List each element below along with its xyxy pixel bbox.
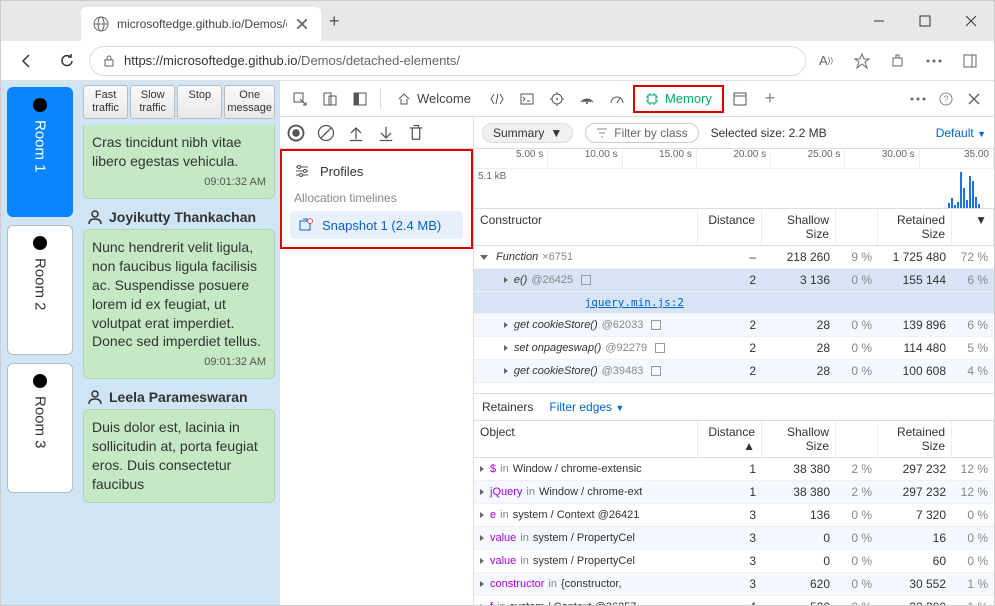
chat-action-button[interactable]: Fasttraffic bbox=[83, 85, 128, 119]
retainer-row[interactable]: $ in Window / chrome-extensic138 3802 %2… bbox=[474, 458, 994, 481]
favorite-icon[interactable] bbox=[846, 45, 878, 77]
room-name: Room 2 bbox=[32, 258, 49, 311]
save-icon[interactable] bbox=[376, 123, 396, 143]
device-icon[interactable] bbox=[316, 85, 344, 113]
clear-icon[interactable] bbox=[316, 123, 336, 143]
chat-action-button[interactable]: Onemessage bbox=[224, 85, 275, 119]
refresh-button[interactable] bbox=[49, 45, 85, 77]
constructor-row[interactable]: e() @2642523 1360 %155 1446 % bbox=[474, 269, 994, 292]
lock-icon bbox=[102, 54, 116, 68]
selected-size-label: Selected size: 2.2 MB bbox=[711, 126, 827, 140]
message-timestamp: 09:01:32 AM bbox=[92, 355, 266, 370]
constructor-table-header: Constructor Distance Shallow Size Retain… bbox=[474, 209, 994, 246]
svg-text:?: ? bbox=[943, 94, 948, 104]
room-button-3[interactable]: Room 3 bbox=[7, 363, 73, 493]
constructor-row[interactable]: get cookieStore() @394832280 %100 6084 % bbox=[474, 360, 994, 383]
devtools-toolbar: Welcome Memory + ? bbox=[280, 81, 994, 117]
retainer-row[interactable]: constructor in {constructor,36200 %30 55… bbox=[474, 573, 994, 596]
rooms-sidebar: Room 1 Room 2 Room 3 bbox=[1, 81, 79, 605]
filter-edges-dropdown[interactable]: Filter edges ▼ bbox=[549, 400, 624, 414]
maximize-button[interactable] bbox=[902, 1, 948, 41]
back-button[interactable] bbox=[9, 45, 45, 77]
snapshot-item[interactable]: Snapshot 1 (2.4 MB) bbox=[290, 211, 463, 239]
extensions-icon[interactable] bbox=[882, 45, 914, 77]
retainer-row[interactable]: value in system / PropertyCel300 %600 % bbox=[474, 550, 994, 573]
more-tools-icon[interactable] bbox=[904, 85, 932, 113]
chat-action-button[interactable]: Stop bbox=[177, 85, 222, 119]
tab-memory[interactable]: Memory bbox=[633, 85, 724, 113]
new-tab-button[interactable]: + bbox=[329, 11, 340, 32]
titlebar: microsoftedge.github.io/Demos/d + bbox=[1, 1, 994, 41]
view-dropdown[interactable]: Summary ▼ bbox=[482, 123, 573, 143]
record-icon[interactable] bbox=[286, 123, 306, 143]
close-window-button[interactable] bbox=[948, 1, 994, 41]
performance-icon[interactable] bbox=[603, 85, 631, 113]
retainers-label: Retainers bbox=[482, 400, 533, 414]
load-icon[interactable] bbox=[346, 123, 366, 143]
timeline-ruler: 5.00 s10.00 s15.00 s20.00 s25.00 s30.00 … bbox=[474, 149, 994, 169]
browser-tab[interactable]: microsoftedge.github.io/Demos/d bbox=[81, 7, 321, 41]
dock-icon[interactable] bbox=[346, 85, 374, 113]
room-name: Room 1 bbox=[32, 120, 49, 173]
message-sender: Joyikutty Thankachan bbox=[83, 209, 275, 225]
profiles-header: Profiles bbox=[282, 159, 471, 183]
retainer-row[interactable]: e in system / Context @2642131360 %7 320… bbox=[474, 504, 994, 527]
status-dot bbox=[33, 374, 47, 388]
chat-action-button[interactable]: Slowtraffic bbox=[130, 85, 175, 119]
retainer-row[interactable]: value in system / PropertyCel300 %160 % bbox=[474, 527, 994, 550]
elements-icon[interactable] bbox=[483, 85, 511, 113]
settings-icon bbox=[294, 163, 310, 179]
add-tab-icon[interactable]: + bbox=[756, 85, 784, 113]
close-devtools-icon[interactable] bbox=[960, 85, 988, 113]
address-bar: https://microsoftedge.github.io/Demos/de… bbox=[1, 41, 994, 81]
url-field[interactable]: https://microsoftedge.github.io/Demos/de… bbox=[89, 46, 806, 76]
profiles-pane: Profiles Allocation timelines Snapshot 1… bbox=[280, 117, 474, 605]
status-dot bbox=[33, 236, 47, 250]
retainer-row[interactable]: f in system / Context @2625745200 %22 30… bbox=[474, 596, 994, 605]
sidebar-toggle-icon[interactable] bbox=[954, 45, 986, 77]
tab-welcome[interactable]: Welcome bbox=[387, 85, 481, 113]
status-dot bbox=[33, 98, 47, 112]
read-aloud-icon[interactable]: A)) bbox=[810, 45, 842, 77]
class-filter-input[interactable]: Filter by class bbox=[585, 123, 698, 143]
chat-panel: FasttrafficSlowtrafficStopOnemessage Cra… bbox=[79, 81, 279, 605]
message-bubble: Cras tincidunt nibh vitae libero egestas… bbox=[83, 125, 275, 199]
room-name: Room 3 bbox=[32, 396, 49, 449]
retainer-row[interactable]: jQuery in Window / chrome-ext138 3802 %2… bbox=[474, 481, 994, 504]
room-button-1[interactable]: Room 1 bbox=[7, 87, 73, 217]
message-bubble: Duis dolor est, lacinia in sollicitudin … bbox=[83, 409, 275, 503]
allocation-timelines-label: Allocation timelines bbox=[282, 183, 471, 211]
message-timestamp: 09:01:32 AM bbox=[92, 175, 266, 190]
globe-icon bbox=[93, 16, 109, 32]
constructor-row[interactable]: Function ×6751–218 2609 %1 725 48072 % bbox=[474, 246, 994, 269]
network-icon[interactable] bbox=[573, 85, 601, 113]
message-sender: Leela Parameswaran bbox=[83, 389, 275, 405]
allocation-chart[interactable]: 5.1 kB bbox=[474, 169, 994, 209]
snapshot-icon bbox=[298, 217, 314, 233]
sources-icon[interactable] bbox=[543, 85, 571, 113]
default-dropdown[interactable]: Default ▼ bbox=[936, 126, 986, 140]
more-icon[interactable] bbox=[918, 45, 950, 77]
console-icon[interactable] bbox=[513, 85, 541, 113]
application-icon[interactable] bbox=[726, 85, 754, 113]
help-icon[interactable]: ? bbox=[932, 85, 960, 113]
minimize-button[interactable] bbox=[856, 1, 902, 41]
delete-icon[interactable] bbox=[406, 123, 426, 143]
close-tab-icon[interactable] bbox=[295, 17, 309, 31]
message-bubble: Nunc hendrerit velit ligula, non faucibu… bbox=[83, 229, 275, 379]
devtools: Welcome Memory + ? bbox=[279, 81, 994, 605]
room-button-2[interactable]: Room 2 bbox=[7, 225, 73, 355]
constructor-row[interactable]: set onpageswap() @922792280 %114 4805 % bbox=[474, 337, 994, 360]
retainers-table-header: Object Distance ▲ Shallow Size Retained … bbox=[474, 421, 994, 458]
constructor-row[interactable]: get cookieStore() @620332280 %139 8966 % bbox=[474, 314, 994, 337]
inspect-icon[interactable] bbox=[286, 85, 314, 113]
tab-title: microsoftedge.github.io/Demos/d bbox=[117, 17, 287, 31]
